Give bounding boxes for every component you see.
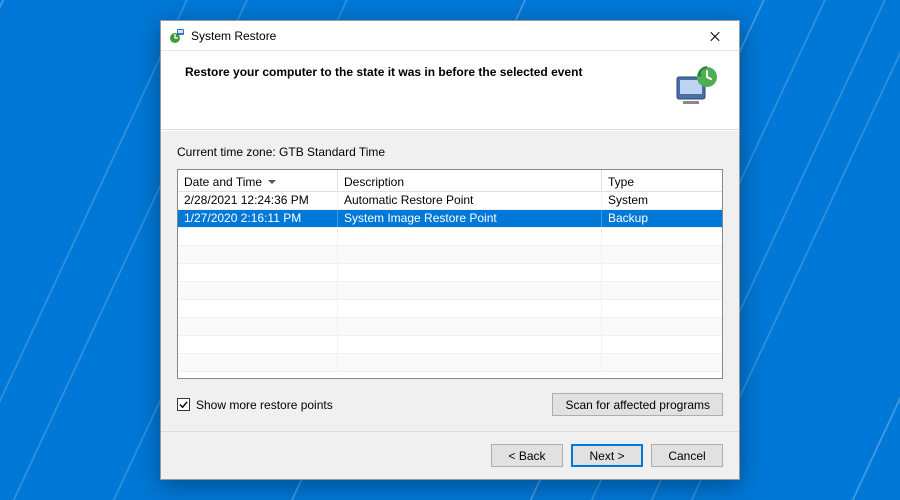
table-row-empty xyxy=(178,336,722,354)
column-type[interactable]: Type xyxy=(602,170,722,191)
wizard-footer: < Back Next > Cancel xyxy=(161,431,739,479)
table-row-empty xyxy=(178,246,722,264)
table-row[interactable]: 1/27/2020 2:16:11 PMSystem Image Restore… xyxy=(178,210,722,228)
column-description[interactable]: Description xyxy=(338,170,602,191)
checkmark-icon xyxy=(179,400,188,409)
cell-date: 2/28/2021 12:24:36 PM xyxy=(178,192,338,209)
cell-type: Backup xyxy=(602,210,722,227)
system-restore-icon xyxy=(169,28,185,44)
cell-date: 1/27/2020 2:16:11 PM xyxy=(178,210,338,227)
window-title: System Restore xyxy=(191,29,692,43)
table-row-empty xyxy=(178,300,722,318)
restore-hero-icon xyxy=(671,63,719,111)
page-heading: Restore your computer to the state it wa… xyxy=(185,63,657,79)
header-pane: Restore your computer to the state it wa… xyxy=(161,51,739,130)
table-row-empty xyxy=(178,354,722,372)
column-label: Date and Time xyxy=(184,175,262,189)
close-icon xyxy=(709,30,721,42)
timezone-label: Current time zone: GTB Standard Time xyxy=(177,145,723,159)
titlebar: System Restore xyxy=(161,21,739,51)
cancel-button[interactable]: Cancel xyxy=(651,444,723,467)
back-button[interactable]: < Back xyxy=(491,444,563,467)
below-table-row: Show more restore points Scan for affect… xyxy=(177,393,723,416)
table-body: 2/28/2021 12:24:36 PMAutomatic Restore P… xyxy=(178,192,722,378)
table-row-empty xyxy=(178,318,722,336)
close-button[interactable] xyxy=(692,22,737,50)
body-pane: Current time zone: GTB Standard Time Dat… xyxy=(161,130,739,431)
scan-affected-button[interactable]: Scan for affected programs xyxy=(552,393,723,416)
column-date-and-time[interactable]: Date and Time xyxy=(178,170,338,191)
checkbox-box xyxy=(177,398,190,411)
cell-desc: System Image Restore Point xyxy=(338,210,602,227)
column-label: Description xyxy=(344,175,404,189)
table-header: Date and Time Description Type xyxy=(178,170,722,192)
next-button[interactable]: Next > xyxy=(571,444,643,467)
checkbox-label: Show more restore points xyxy=(196,398,333,412)
column-label: Type xyxy=(608,175,634,189)
table-row[interactable]: 2/28/2021 12:24:36 PMAutomatic Restore P… xyxy=(178,192,722,210)
table-row-empty xyxy=(178,282,722,300)
table-row-empty xyxy=(178,264,722,282)
cell-type: System xyxy=(602,192,722,209)
show-more-checkbox[interactable]: Show more restore points xyxy=(177,398,333,412)
restore-points-table: Date and Time Description Type 2/28/2021… xyxy=(177,169,723,379)
sort-desc-icon xyxy=(268,180,276,184)
system-restore-dialog: System Restore Restore your computer to … xyxy=(160,20,740,480)
cell-desc: Automatic Restore Point xyxy=(338,192,602,209)
table-row-empty xyxy=(178,228,722,246)
